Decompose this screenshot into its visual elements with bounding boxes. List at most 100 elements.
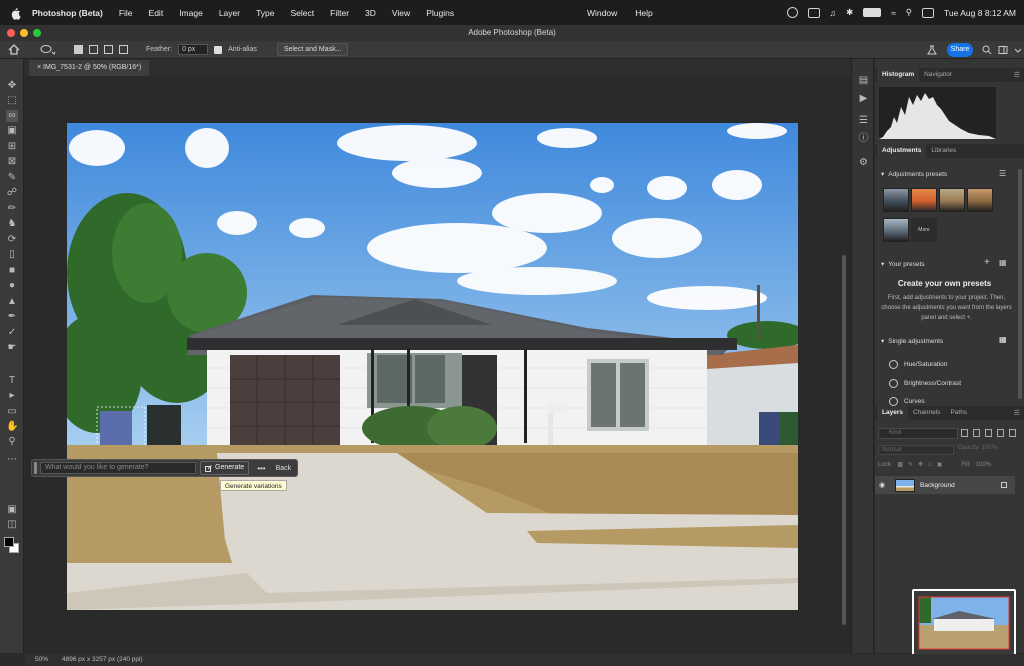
pen-tool-icon-2[interactable]: ✓ [6, 327, 18, 339]
blur-tool-icon[interactable]: ● [6, 280, 18, 292]
control-center-icon[interactable] [922, 7, 935, 18]
presets-list-icon[interactable]: ☰ [999, 169, 1006, 178]
share-button[interactable]: Share [947, 43, 973, 57]
lock-icon[interactable] [1001, 482, 1007, 488]
adjustments-scrollbar[interactable] [1018, 169, 1022, 399]
hand-tool-icon[interactable]: ✋ [6, 421, 18, 433]
battery-icon[interactable] [863, 8, 882, 17]
layer-name[interactable]: Background [920, 482, 955, 489]
history-brush-tool-icon[interactable]: ⟳ [6, 234, 18, 246]
crop-tool-icon[interactable]: ⊞ [6, 141, 18, 153]
history-panel-icon[interactable]: ▤ [858, 75, 869, 86]
navigator-preview[interactable] [912, 589, 1016, 657]
shape-filter-icon[interactable] [997, 429, 1004, 437]
menu-layer[interactable]: Layer [219, 8, 240, 18]
grid-view-icon[interactable]: ▦ [999, 258, 1007, 267]
antialias-checkbox[interactable] [214, 45, 223, 54]
intersect-selection-icon[interactable] [119, 45, 128, 54]
screen-mode-icon[interactable]: ◫ [6, 519, 18, 531]
spot-healing-tool-icon[interactable]: ☍ [6, 187, 18, 199]
panel-menu-icon[interactable]: ☰ [1014, 71, 1020, 79]
info-icon[interactable]: ⓘ [858, 133, 869, 144]
eyedropper-tool-icon[interactable]: ✎ [6, 172, 18, 184]
dodge-tool-icon[interactable]: ▲ [6, 296, 18, 308]
menu-window[interactable]: Window [587, 8, 617, 18]
lasso-tool-preset-icon[interactable] [40, 44, 56, 56]
beaker-icon[interactable] [927, 45, 937, 55]
select-and-mask-button[interactable]: Select and Mask... [276, 43, 349, 56]
preset-tile-1[interactable] [883, 188, 909, 212]
smart-object-filter-icon[interactable] [1009, 429, 1016, 437]
preset-tile-5[interactable] [883, 218, 909, 242]
close-window-button[interactable] [7, 29, 15, 37]
type-tool-icon[interactable]: T [6, 375, 18, 387]
tab-libraries[interactable]: Libraries [926, 144, 961, 158]
menu-plugins[interactable]: Plugins [426, 8, 454, 18]
generate-button[interactable]: Generate [200, 461, 250, 475]
adjustment-filter-icon[interactable] [973, 429, 980, 437]
object-selection-tool-icon[interactable]: ▣ [6, 125, 18, 137]
pen-tool-icon[interactable]: ✒ [6, 311, 18, 323]
fill-value[interactable]: 100% [976, 462, 991, 468]
add-preset-icon[interactable]: + [984, 257, 990, 268]
apple-icon[interactable] [8, 6, 22, 20]
bluetooth-icon[interactable]: ✱ [846, 7, 853, 18]
direct-selection-tool-icon[interactable]: ▸ [6, 390, 18, 402]
zoom-tool-icon[interactable]: ⚲ [6, 436, 18, 448]
spotlight-icon[interactable]: ⚲ [906, 7, 912, 18]
record-icon[interactable] [786, 7, 798, 18]
brush-tool-icon[interactable]: ✏ [6, 203, 18, 215]
app-name[interactable]: Photoshop (Beta) [32, 8, 103, 18]
menu-file[interactable]: File [119, 8, 133, 18]
drag-handle[interactable] [34, 462, 37, 474]
document-info[interactable]: 4896 px x 3257 px (240 ppi) [62, 654, 143, 666]
pixel-filter-icon[interactable] [961, 429, 968, 437]
clone-stamp-tool-icon[interactable]: ♞ [6, 218, 18, 230]
adjustment-presets-section[interactable]: ▾ Adjustments presets [881, 170, 947, 179]
menu-type[interactable]: Type [256, 8, 274, 18]
menubar-datetime[interactable]: Tue Aug 8 8:12 AM [944, 8, 1016, 18]
document-image[interactable] [67, 123, 798, 610]
lock-brush-icon[interactable]: ✎ [908, 461, 913, 468]
volume-icon[interactable]: ♫ [830, 8, 836, 18]
workspace-icon[interactable] [998, 45, 1008, 55]
single-adjustments-section[interactable]: ▾ Single adjustments [881, 337, 943, 346]
adjustment-brightness-contrast[interactable]: Brightness/Contrast [889, 379, 961, 388]
lock-all-icon[interactable]: ▣ [937, 461, 943, 468]
learn-icon[interactable]: ⚙ [858, 157, 869, 168]
tab-paths[interactable]: Paths [945, 406, 972, 420]
cloud-icon[interactable] [807, 7, 820, 18]
back-button[interactable]: Back [276, 465, 292, 472]
menu-select[interactable]: Select [291, 8, 315, 18]
frame-tool-icon[interactable]: ⊠ [6, 156, 18, 168]
quick-mask-icon[interactable]: ▣ [6, 504, 18, 516]
lock-artboard-icon[interactable]: □ [928, 462, 932, 468]
menu-filter[interactable]: Filter [330, 8, 349, 18]
adjustment-curves[interactable]: Curves [889, 397, 925, 406]
zoom-window-button[interactable] [33, 29, 41, 37]
menu-view[interactable]: View [392, 8, 410, 18]
properties-icon[interactable]: ☰ [858, 115, 869, 126]
tab-navigator[interactable]: Navigator [919, 68, 957, 82]
home-icon[interactable] [8, 44, 20, 55]
rectangle-tool-icon[interactable]: ▭ [6, 406, 18, 418]
tab-histogram[interactable]: Histogram [877, 68, 920, 82]
feather-input[interactable]: 0 px [178, 44, 209, 55]
more-presets-button[interactable]: More [911, 218, 937, 242]
layers-panel-menu-icon[interactable]: ☰ [1014, 409, 1020, 417]
tab-layers[interactable]: Layers [877, 406, 908, 420]
menu-image[interactable]: Image [179, 8, 203, 18]
lock-pixels-icon[interactable]: ▩ [897, 461, 903, 468]
foreground-color-swatch[interactable] [4, 537, 14, 547]
opacity-control[interactable]: Opacity: 100% [958, 445, 997, 451]
marquee-tool-icon[interactable]: ⬚ [6, 95, 18, 107]
adjustment-hue-saturation[interactable]: Hue/Saturation [889, 360, 947, 369]
opacity-value[interactable]: 100% [982, 445, 997, 451]
new-selection-icon[interactable] [74, 45, 83, 54]
eraser-tool-icon[interactable]: ▯ [6, 249, 18, 261]
generative-fill-prompt-input[interactable]: What would you like to generate? [40, 462, 196, 474]
preset-tile-4[interactable] [967, 188, 993, 212]
document-tab[interactable]: × IMG_7531-2 @ 50% (RGB/16*) [29, 60, 150, 76]
subtract-selection-icon[interactable] [104, 45, 113, 54]
menu-help[interactable]: Help [635, 8, 652, 18]
